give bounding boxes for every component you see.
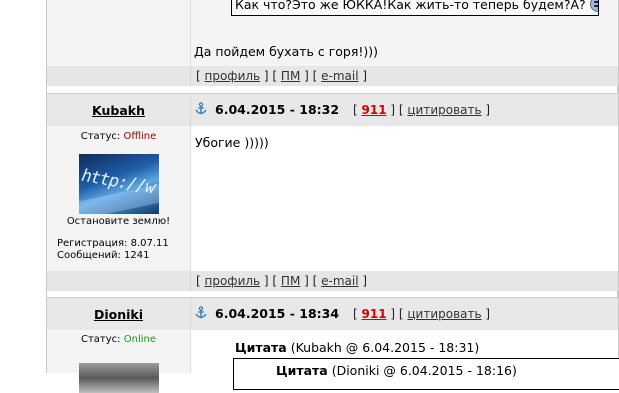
post1-header: 6.04.2015 - 18:32 [ 911 ] [ цитировать ] [190, 93, 618, 126]
posts-count: Сообщений: 1241 [57, 250, 150, 261]
anchor-icon[interactable] [195, 102, 207, 116]
email-link[interactable]: e-mail [321, 274, 358, 288]
post2-quote-link[interactable]: цитировать [407, 307, 481, 321]
pm-link[interactable]: ПМ [281, 69, 300, 83]
quote-title: Цитата [235, 340, 287, 355]
post1-author-column: Статус: Offline http://w Остановите земл… [47, 126, 190, 271]
inner-quote-title: Цитата [276, 363, 328, 378]
post2-status: Статус: Online [47, 334, 190, 345]
post2-date: 6.04.2015 - 18:34 [215, 306, 340, 321]
post1-footer-links: [ профиль ] [ ПМ ] [ e-mail ] [190, 271, 618, 291]
avatar: http://w [79, 154, 159, 214]
post2-username[interactable]: Dioniki [47, 307, 190, 322]
post0-quote-block: Как что?Это же ЮККА!Как жить-то теперь б… [231, 0, 599, 16]
post0-footer-links: [ профиль ] [ ПМ ] [ e-mail ] [190, 66, 618, 86]
page-left-margin [0, 0, 47, 373]
quote-block: Цитата (Dioniki @ 6.04.2015 - 18:16) [233, 358, 619, 390]
post2-header: 6.04.2015 - 18:34 [ 911 ] [ цитировать ] [190, 297, 618, 330]
post0-quote-text: Как что?Это же ЮККА!Как жить-то теперь б… [235, 0, 586, 12]
post0-footer-side [47, 66, 190, 86]
post0-message: Да пойдем бухать с горя!))) [194, 44, 379, 59]
status-value: Online [123, 334, 156, 345]
status-label: Статус: [80, 131, 121, 142]
post1-status: Статус: Offline [47, 131, 190, 142]
post1-message: Убогие ))))) [195, 135, 269, 150]
post1-footer-side [47, 271, 190, 291]
status-value: Offline [123, 131, 157, 142]
quote-header: Цитата (Kubakh @ 6.04.2015 - 18:31) [235, 340, 479, 355]
post2-header-side: Dioniki [47, 297, 190, 330]
post1-date: 6.04.2015 - 18:32 [215, 102, 340, 117]
post-separator [47, 86, 617, 93]
post1-id-link[interactable]: 911 [362, 103, 387, 117]
post1-body: Убогие ))))) [190, 126, 618, 271]
email-link[interactable]: e-mail [321, 69, 358, 83]
registration-date: Регистрация: 8.07.11 [57, 238, 169, 249]
post1-quote-link[interactable]: цитировать [407, 103, 481, 117]
post1-header-side: Kubakh [47, 93, 190, 126]
pm-link[interactable]: ПМ [281, 274, 300, 288]
anchor-icon[interactable] [195, 306, 207, 320]
profile-link[interactable]: профиль [205, 274, 261, 288]
inner-quote-header: Цитата (Dioniki @ 6.04.2015 - 18:16) [276, 363, 517, 378]
avatar [79, 363, 159, 393]
inner-quote-meta: (Dioniki @ 6.04.2015 - 18:16) [331, 363, 517, 378]
avatar-caption: Остановите землю! [66, 216, 171, 227]
smiley-icon [589, 0, 598, 12]
post1-username[interactable]: Kubakh [47, 103, 190, 118]
profile-link[interactable]: профиль [205, 69, 261, 83]
post0-author-column [47, 0, 190, 66]
post2-body: Цитата (Kubakh @ 6.04.2015 - 18:31) Цита… [190, 330, 619, 390]
post2-id-link[interactable]: 911 [362, 307, 387, 321]
quote-meta: (Kubakh @ 6.04.2015 - 18:31) [290, 340, 480, 355]
post2-author-column: Статус: Online [47, 330, 190, 393]
status-label: Статус: [81, 334, 121, 345]
